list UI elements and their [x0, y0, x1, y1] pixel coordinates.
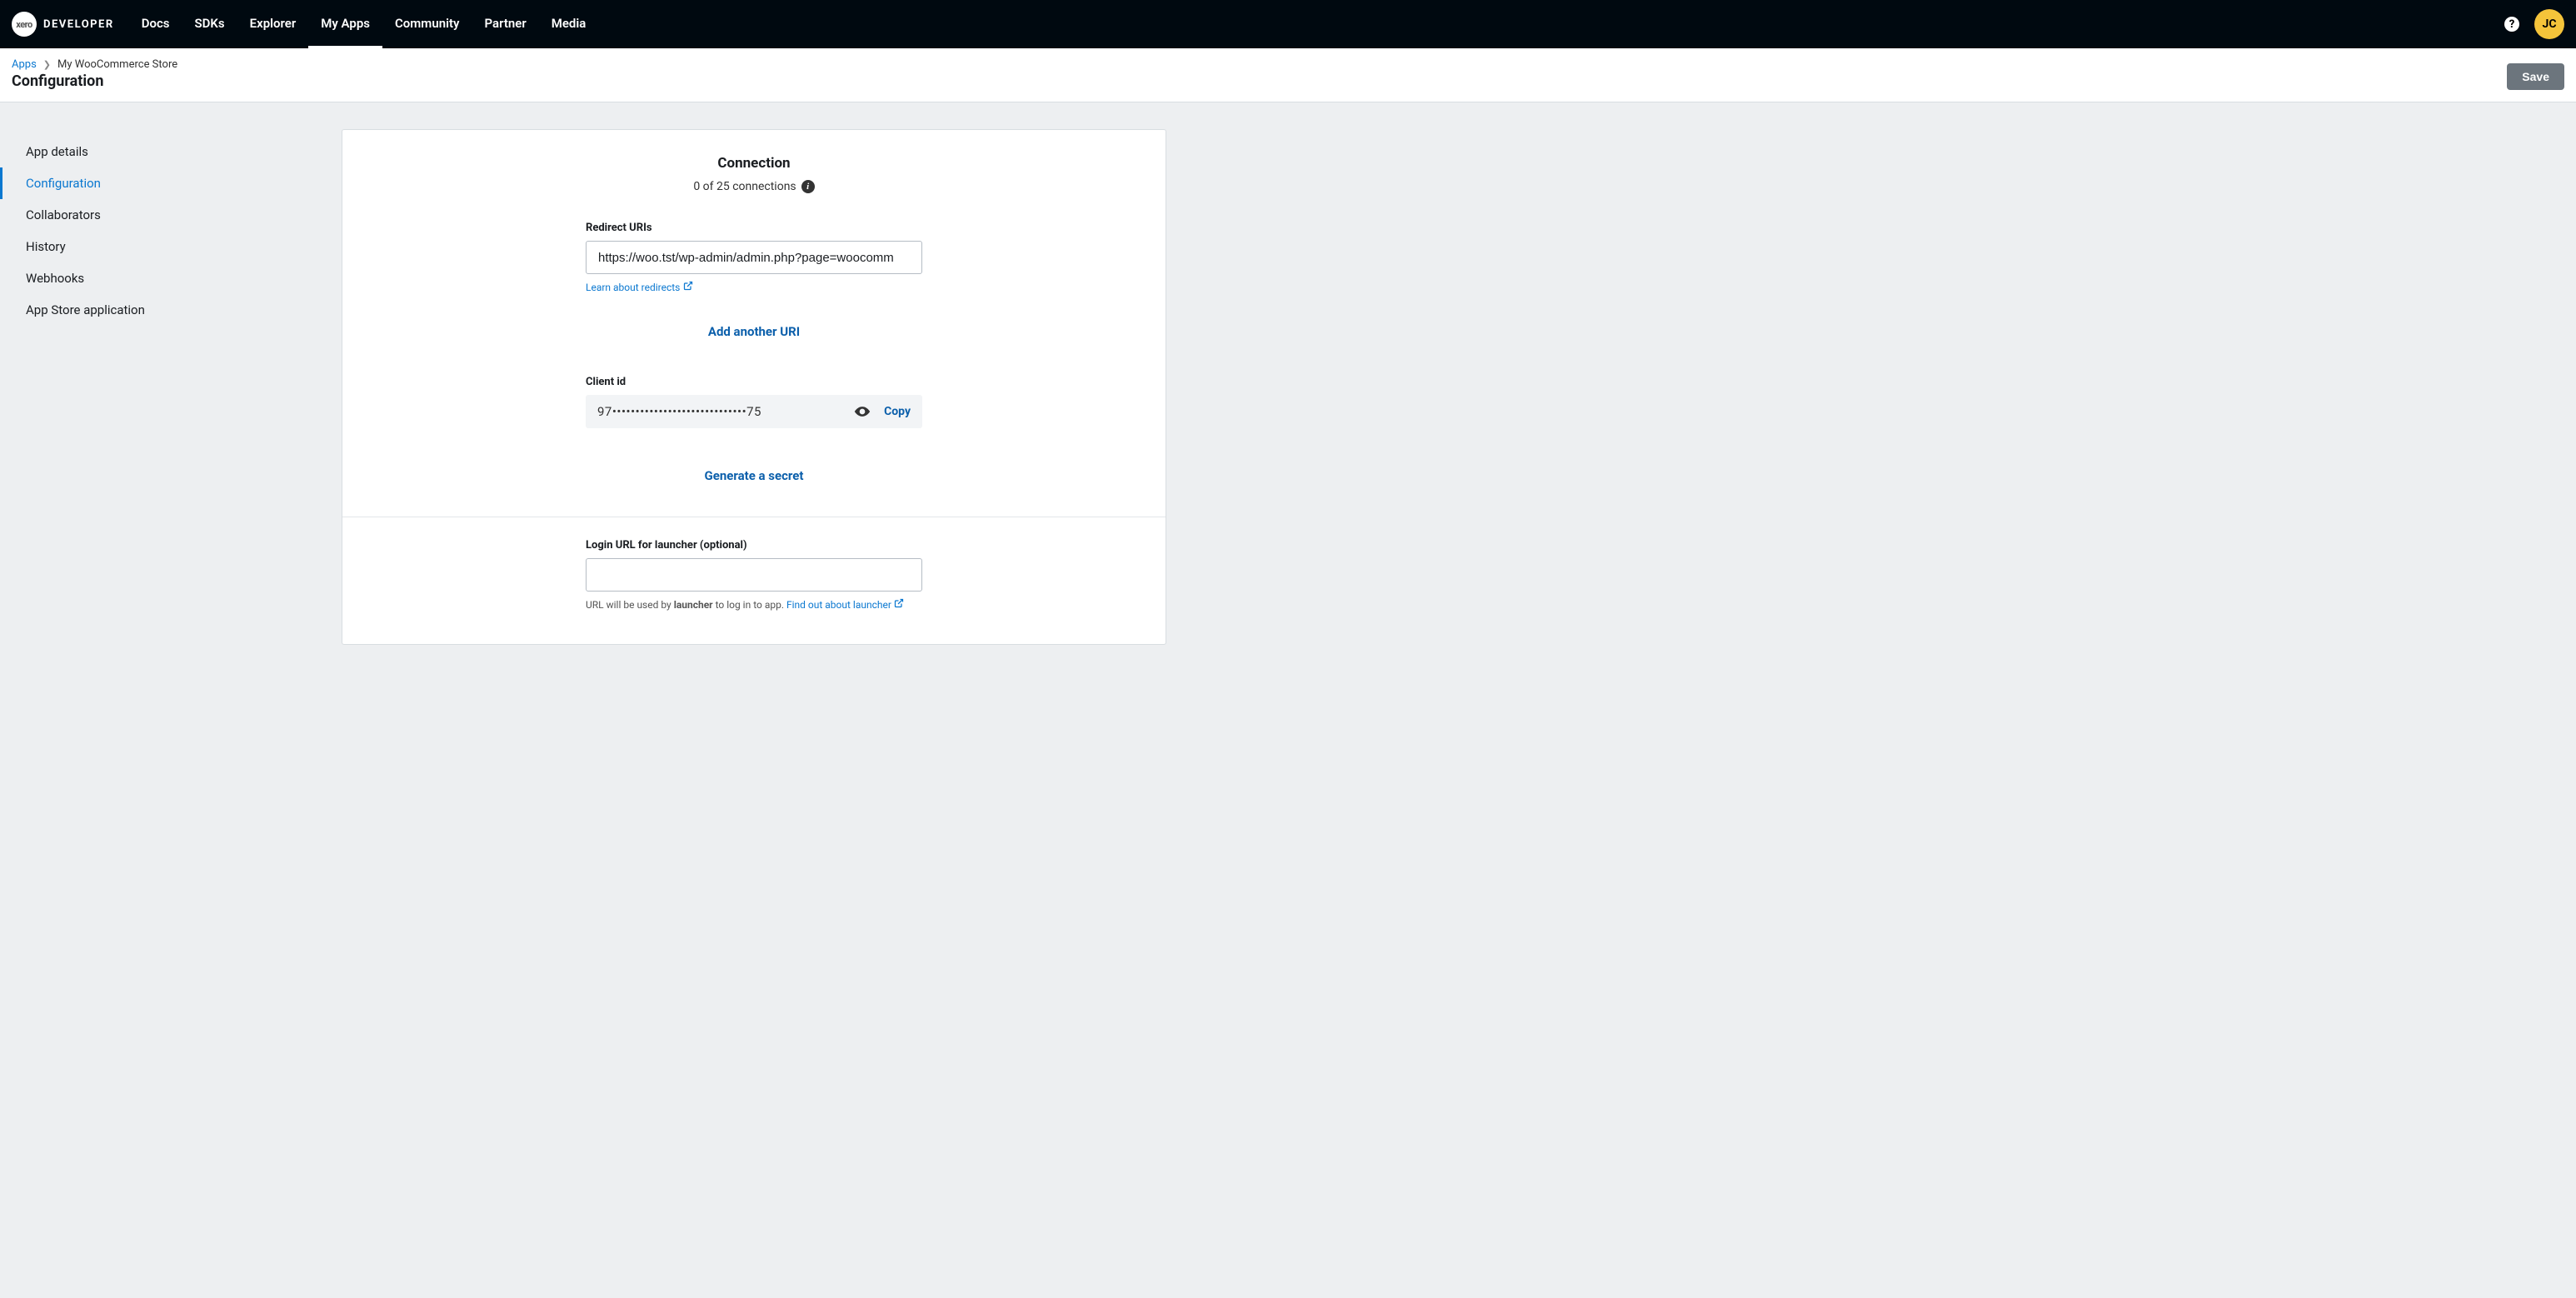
launcher-hint: URL will be used by launcher to log in t… — [586, 598, 922, 611]
find-out-launcher-link[interactable]: Find out about launcher — [786, 599, 904, 611]
config-card: Connection 0 of 25 connections i Redirec… — [342, 129, 1166, 645]
nav-community[interactable]: Community — [382, 0, 472, 48]
launcher-block: Login URL for launcher (optional) URL wi… — [586, 539, 922, 611]
launcher-label: Login URL for launcher (optional) — [586, 539, 922, 552]
save-button[interactable]: Save — [2507, 63, 2564, 90]
help-icon[interactable]: ? — [2504, 17, 2519, 32]
client-id-label: Client id — [586, 376, 922, 388]
chevron-right-icon: ❯ — [43, 59, 51, 70]
avatar[interactable]: JC — [2534, 9, 2564, 39]
nav-sdks[interactable]: SDKs — [182, 0, 237, 48]
learn-redirects-link[interactable]: Learn about redirects — [586, 281, 693, 293]
redirect-label: Redirect URIs — [586, 222, 922, 234]
sidebar-item-app-store[interactable]: App Store application — [0, 294, 342, 326]
launcher-hint-bold: launcher — [674, 599, 713, 611]
launcher-url-input[interactable] — [586, 558, 922, 592]
copy-button[interactable]: Copy — [884, 405, 911, 418]
external-link-icon — [683, 281, 693, 293]
breadcrumb-apps-link[interactable]: Apps — [12, 58, 37, 71]
nav-media[interactable]: Media — [539, 0, 599, 48]
sidebar-item-webhooks[interactable]: Webhooks — [0, 262, 342, 294]
connection-title: Connection — [342, 155, 1166, 172]
client-id-value: 97•••••••••••••••••••••••••••••75 — [597, 404, 841, 419]
launcher-hint-post: to log in to app. — [713, 599, 786, 611]
sidebar-item-history[interactable]: History — [0, 231, 342, 262]
breadcrumb: Apps ❯ My WooCommerce Store — [12, 58, 177, 71]
header-left: Apps ❯ My WooCommerce Store Configuratio… — [12, 58, 177, 90]
generate-secret-button[interactable]: Generate a secret — [586, 468, 922, 483]
nav-explorer[interactable]: Explorer — [237, 0, 309, 48]
sidebar-item-collaborators[interactable]: Collaborators — [0, 199, 342, 231]
sidebar-item-configuration[interactable]: Configuration — [0, 167, 342, 199]
nav-partner[interactable]: Partner — [472, 0, 538, 48]
client-id-block: Client id 97••••••••••••••••••••••••••••… — [586, 376, 922, 483]
page-title: Configuration — [12, 72, 177, 90]
launcher-section: Login URL for launcher (optional) URL wi… — [342, 517, 1166, 644]
brand[interactable]: xero DEVELOPER — [12, 12, 114, 37]
redirect-uri-input[interactable] — [586, 241, 922, 274]
add-another-uri-button[interactable]: Add another URI — [586, 324, 922, 339]
connection-count-text: 0 of 25 connections — [693, 180, 796, 193]
brand-logo: xero — [12, 12, 37, 37]
connection-section: Connection 0 of 25 connections i Redirec… — [342, 130, 1166, 517]
sub-header: Apps ❯ My WooCommerce Store Configuratio… — [0, 48, 2576, 102]
sidebar-item-app-details[interactable]: App details — [0, 136, 342, 167]
top-nav: xero DEVELOPER Docs SDKs Explorer My App… — [0, 0, 2576, 48]
connection-count: 0 of 25 connections i — [342, 180, 1166, 193]
brand-text: DEVELOPER — [43, 18, 114, 31]
find-out-launcher-text: Find out about launcher — [786, 599, 891, 611]
breadcrumb-current: My WooCommerce Store — [57, 58, 177, 71]
nav-right: ? JC — [2504, 9, 2564, 39]
redirect-block: Redirect URIs Learn about redirects Add … — [586, 222, 922, 339]
sidebar: App details Configuration Collaborators … — [0, 129, 342, 645]
nav-my-apps[interactable]: My Apps — [308, 0, 382, 48]
eye-icon[interactable] — [854, 403, 871, 420]
info-icon[interactable]: i — [801, 180, 815, 193]
client-id-row: 97•••••••••••••••••••••••••••••75 Copy — [586, 395, 922, 428]
page-body: App details Configuration Collaborators … — [0, 102, 2576, 678]
learn-redirects-text: Learn about redirects — [586, 282, 680, 293]
nav-items: Docs SDKs Explorer My Apps Community Par… — [129, 0, 599, 48]
external-link-icon — [894, 599, 904, 611]
launcher-hint-pre: URL will be used by — [586, 599, 674, 611]
nav-docs[interactable]: Docs — [129, 0, 182, 48]
